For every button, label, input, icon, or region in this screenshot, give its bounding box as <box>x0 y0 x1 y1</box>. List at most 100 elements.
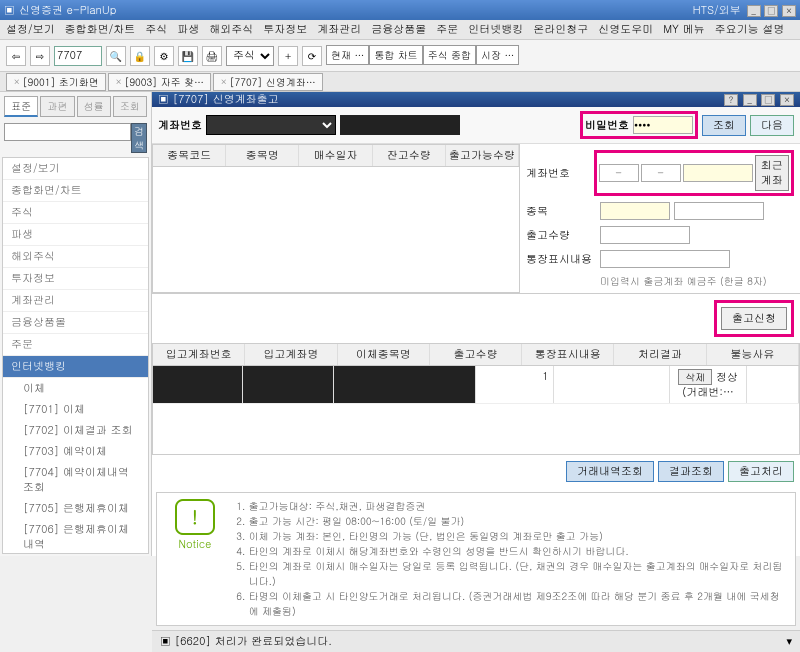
menu-item[interactable]: 설정/보기 <box>6 22 55 37</box>
holdings-grid: 종목코드종목명매수일자잔고수량출고가능수량 <box>152 144 520 293</box>
window-tab[interactable]: ×[9001] 초기화면 <box>6 73 106 91</box>
acct-part1[interactable] <box>599 164 639 182</box>
qty-input[interactable] <box>600 226 690 244</box>
screen-code-input[interactable] <box>54 46 102 66</box>
sidebar-sub-item[interactable]: [7703] 예약이체 <box>3 441 148 462</box>
tab-close-icon[interactable]: × <box>220 75 228 88</box>
column-header[interactable]: 잔고수량 <box>373 145 446 166</box>
sidebar-sub-item[interactable]: [7701] 이체 <box>3 399 148 420</box>
search-icon[interactable]: 🔍 <box>106 46 126 66</box>
action-button[interactable]: 결과조회 <box>658 461 724 482</box>
sidebar-item[interactable]: 주식 <box>3 202 148 224</box>
menu-item[interactable]: 주문 <box>436 22 458 37</box>
window-tab[interactable]: ×[7707] 신영계좌… <box>213 73 323 91</box>
menu-item[interactable]: 종합화면/차트 <box>65 22 136 37</box>
sidebar-search-input[interactable] <box>4 123 131 141</box>
menu-item[interactable]: 금융상품몰 <box>371 22 426 37</box>
sidebar-item[interactable]: 투자정보 <box>3 268 148 290</box>
sidebar-item-selected[interactable]: 인터넷뱅킹 <box>3 356 148 378</box>
panel-min-icon[interactable]: _ <box>743 94 757 106</box>
minimize-icon[interactable]: _ <box>747 5 761 17</box>
sidebar-item[interactable]: 설정/보기 <box>3 158 148 180</box>
masked-cell <box>243 366 333 403</box>
column-header[interactable]: 종목코드 <box>153 145 226 166</box>
print-icon[interactable]: 🖨 <box>202 46 222 66</box>
sidebar-item[interactable]: 해외주식 <box>3 246 148 268</box>
sidebar-item[interactable]: 계좌관리 <box>3 290 148 312</box>
column-header[interactable]: 이체종목명 <box>338 344 430 365</box>
status-expand-icon[interactable]: ▾ <box>786 634 792 649</box>
panel-close-icon[interactable]: × <box>780 94 794 106</box>
sidebar-tab[interactable]: 섬률 <box>77 96 111 117</box>
delete-button[interactable]: 삭제 <box>678 369 712 385</box>
sidebar-tab[interactable]: 과편 <box>40 96 74 117</box>
menu-item[interactable]: 주식 <box>145 22 167 37</box>
request-button[interactable]: 출고신청 <box>721 307 787 330</box>
notice-item: 이체 가능 계좌: 본인, 타인명의 가능 (단, 법인은 동일명의 계좌로만 … <box>249 529 785 544</box>
column-header[interactable]: 매수일자 <box>299 145 372 166</box>
market-select[interactable]: 주식 <box>226 46 274 66</box>
window-tab[interactable]: ×[9003] 자주 찾… <box>108 73 211 91</box>
sidebar-item[interactable]: 파생 <box>3 224 148 246</box>
item-input[interactable] <box>600 202 670 220</box>
menu-item[interactable]: 파생 <box>177 22 199 37</box>
column-header[interactable]: 처리결과 <box>614 344 706 365</box>
sidebar-sub-item[interactable]: [7702] 이체결과 조회 <box>3 420 148 441</box>
column-header[interactable]: 입고계좌번호 <box>153 344 245 365</box>
column-header[interactable]: 불능사유 <box>707 344 799 365</box>
password-input[interactable] <box>633 116 693 134</box>
password-highlight: 비밀번호 <box>580 111 698 139</box>
sidebar-item[interactable]: 주문 <box>3 334 148 356</box>
column-header[interactable]: 입고계좌명 <box>245 344 337 365</box>
toolbar-tab[interactable]: 통합 차트 <box>369 45 422 65</box>
query-button[interactable]: 조회 <box>702 115 746 136</box>
menu-item[interactable]: 온라인청구 <box>533 22 588 37</box>
action-button[interactable]: 출고처리 <box>728 461 794 482</box>
sidebar-search-button[interactable]: 검색 <box>131 123 147 153</box>
plus-icon[interactable]: ＋ <box>278 46 298 66</box>
sidebar-sub-item[interactable]: [7704] 예약이체내역 조회 <box>3 462 148 498</box>
refresh-icon[interactable]: ⟳ <box>302 46 322 66</box>
sidebar-sub-item[interactable]: [7705] 은행제휴이체 <box>3 498 148 519</box>
sidebar-tab[interactable]: 조회 <box>113 96 147 117</box>
menu-item[interactable]: 투자정보 <box>263 22 307 37</box>
column-header[interactable]: 출고가능수량 <box>446 145 519 166</box>
gear-icon[interactable]: ⚙ <box>154 46 174 66</box>
acct-part3[interactable] <box>683 164 753 182</box>
menu-item[interactable]: MY 메뉴 <box>663 22 704 37</box>
menu-item[interactable]: 해외주식 <box>209 22 253 37</box>
column-header[interactable]: 통장표시내용 <box>522 344 614 365</box>
close-icon[interactable]: × <box>782 5 796 17</box>
sidebar-sub-item[interactable]: [7706] 은행제휴이체 내역 <box>3 519 148 554</box>
disp-input[interactable] <box>600 250 730 268</box>
nav-fwd-icon[interactable]: ⇨ <box>30 46 50 66</box>
sidebar-sub-item[interactable]: 이체 <box>3 378 148 399</box>
tab-close-icon[interactable]: × <box>115 75 123 88</box>
menu-item[interactable]: 주요기능 설명 <box>715 22 785 37</box>
menu-item[interactable]: 신영도우미 <box>598 22 653 37</box>
toolbar-tab[interactable]: 시장 … <box>476 45 519 65</box>
sidebar-item[interactable]: 종합화면/차트 <box>3 180 148 202</box>
panel-max-icon[interactable]: □ <box>761 94 775 106</box>
column-header[interactable]: 출고수량 <box>430 344 522 365</box>
maximize-icon[interactable]: □ <box>764 5 778 17</box>
sidebar-tab[interactable]: 표준 <box>4 96 38 117</box>
panel-help-icon[interactable]: ? <box>724 94 738 106</box>
column-header[interactable]: 종목명 <box>226 145 299 166</box>
save-icon[interactable]: 💾 <box>178 46 198 66</box>
holdings-grid-body[interactable] <box>153 167 519 287</box>
lock-icon[interactable]: 🔒 <box>130 46 150 66</box>
toolbar-tab[interactable]: 현재 … <box>326 45 369 65</box>
account-select[interactable] <box>206 115 336 135</box>
menu-item[interactable]: 인터넷뱅킹 <box>468 22 523 37</box>
acct-part2[interactable] <box>641 164 681 182</box>
menu-item[interactable]: 계좌관리 <box>317 22 361 37</box>
item-name-input[interactable] <box>674 202 764 220</box>
toolbar-tab[interactable]: 주식 종합 <box>423 45 476 65</box>
tab-close-icon[interactable]: × <box>13 75 21 88</box>
nav-back-icon[interactable]: ⇦ <box>6 46 26 66</box>
recent-account-button[interactable]: 최근계좌 <box>755 155 790 191</box>
action-button[interactable]: 거래내역조회 <box>566 461 654 482</box>
next-button[interactable]: 다음 <box>750 115 794 136</box>
sidebar-item[interactable]: 금융상품몰 <box>3 312 148 334</box>
